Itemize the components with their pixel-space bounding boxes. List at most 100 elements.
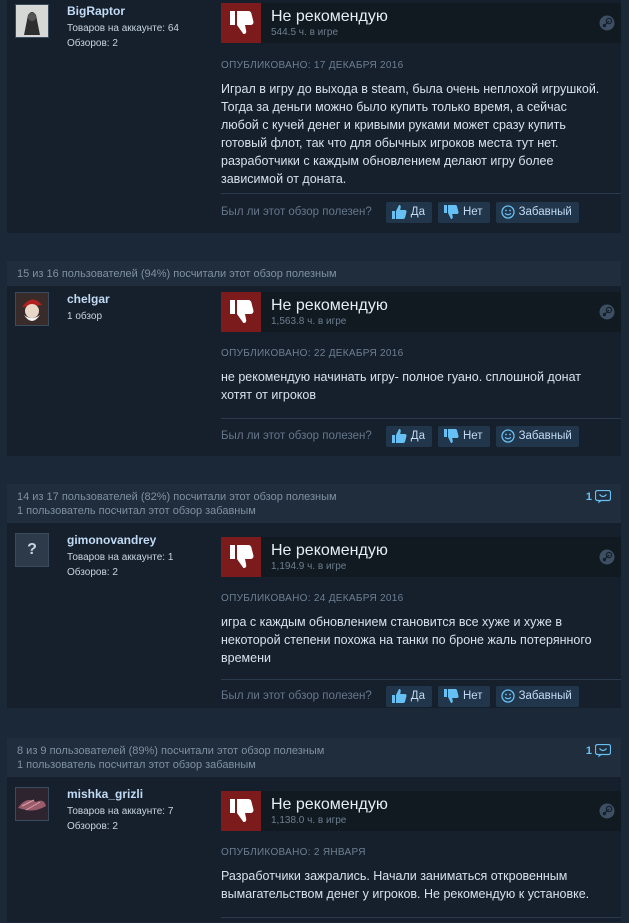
review-text: Разработчики зажрались. Начали заниматьс… (221, 869, 590, 901)
review-text: Играл в игру до выхода в steam, была оче… (221, 82, 600, 186)
laugh-icon (595, 490, 611, 504)
vote-no-button[interactable]: Нет (437, 201, 490, 223)
thumbs-down-icon (221, 3, 261, 43)
vote-no-button[interactable]: Нет (437, 425, 490, 447)
smiley-icon (500, 429, 515, 443)
review-header: 14 из 17 пользователей (82%) посчитали э… (7, 484, 621, 523)
avatar[interactable] (15, 4, 49, 38)
author-name[interactable]: mishka_grizli (67, 787, 143, 801)
question-mark-icon: ? (27, 541, 37, 558)
posted-date: ОПУБЛИКОВАНО: 24 ДЕКАБРЯ 2016 (221, 593, 404, 604)
author-name[interactable]: chelgar (67, 292, 110, 306)
review-text: не рекомендую начинать игру- полное гуан… (221, 370, 581, 402)
vote-funny-button[interactable]: Забавный (495, 425, 579, 447)
verdict-panel[interactable]: Не рекомендую 1,194.9 ч. в игре (221, 537, 621, 577)
funny-count[interactable]: 1 (586, 744, 611, 758)
verdict-title: Не рекомендую (271, 297, 388, 314)
review-card: BigRaptor Товаров на аккаунте: 64 Обзоро… (7, 0, 621, 233)
creature-avatar-icon (16, 788, 48, 820)
author-meta: Товаров на аккаунте: 1 Обзоров: 2 (67, 550, 173, 580)
thumbs-down-icon (443, 429, 459, 443)
thumbs-up-icon (391, 205, 407, 219)
thumbs-down-icon (221, 292, 261, 332)
helpful-summary: 15 из 16 пользователей (94%) посчитали э… (17, 268, 337, 280)
vote-funny-button[interactable]: Забавный (495, 685, 579, 707)
vote-yes-button[interactable]: Да (385, 425, 432, 447)
review-count[interactable]: Обзоров: 2 (67, 819, 173, 834)
vote-funny-label: Забавный (518, 430, 572, 442)
vote-no-label: Нет (462, 206, 483, 218)
verdict-panel[interactable]: Не рекомендую 1,138.0 ч. в игре (221, 791, 621, 831)
helpful-summary: 14 из 17 пользователей (82%) посчитали э… (17, 491, 337, 503)
divider (221, 193, 621, 194)
steam-icon (599, 304, 615, 320)
thumbs-down-icon (443, 205, 459, 219)
funny-count[interactable]: 1 (586, 490, 611, 504)
review-body: BigRaptor Товаров на аккаунте: 64 Обзоро… (7, 0, 621, 233)
posted-date: ОПУБЛИКОВАНО: 22 ДЕКАБРЯ 2016 (221, 348, 404, 359)
review-card: 14 из 17 пользователей (82%) посчитали э… (7, 484, 621, 708)
steam-icon (599, 15, 615, 31)
review-body: chelgar 1 обзор Не рекомендую 1,563.8 ч.… (7, 286, 621, 456)
vote-yes-button[interactable]: Да (385, 685, 432, 707)
vote-yes-button[interactable]: Да (385, 201, 432, 223)
vote-funny-label: Забавный (518, 206, 572, 218)
vote-yes-label: Да (410, 690, 425, 702)
divider (221, 917, 621, 918)
verdict-panel[interactable]: Не рекомендую 1,563.8 ч. в игре (221, 292, 621, 332)
vote-no-button[interactable]: Нет (437, 685, 490, 707)
verdict-panel[interactable]: Не рекомендую 544.5 ч. в игре (221, 3, 621, 43)
thumbs-up-icon (391, 689, 407, 703)
vote-funny-button[interactable]: Забавный (495, 201, 579, 223)
vote-no-label: Нет (462, 430, 483, 442)
funny-summary: 1 пользователь посчитал этот обзор забав… (17, 505, 256, 517)
playtime: 1,194.9 ч. в игре (271, 561, 347, 572)
playtime: 1,138.0 ч. в игре (271, 815, 347, 826)
thumbs-down-icon (221, 791, 261, 831)
thumbs-down-icon (221, 537, 261, 577)
review-count[interactable]: Обзоров: 2 (67, 565, 173, 580)
author-meta: Товаров на аккаунте: 64 Обзоров: 2 (67, 21, 179, 51)
vote-no-label: Нет (462, 690, 483, 702)
vote-funny-label: Забавный (518, 690, 572, 702)
author-name[interactable]: BigRaptor (67, 4, 125, 18)
verdict-title: Не рекомендую (271, 796, 388, 813)
avatar[interactable] (15, 292, 49, 326)
thumbs-up-icon (391, 429, 407, 443)
verdict-title: Не рекомендую (271, 542, 388, 559)
review-card: 15 из 16 пользователей (94%) посчитали э… (7, 261, 621, 456)
vote-yes-label: Да (410, 430, 425, 442)
raptor-avatar-icon (16, 5, 48, 37)
steam-icon (599, 803, 615, 819)
playtime: 544.5 ч. в игре (271, 27, 339, 38)
santa-avatar-icon (16, 293, 48, 325)
thumbs-down-icon (443, 689, 459, 703)
owned-count[interactable]: Товаров на аккаунте: 7 (67, 804, 173, 819)
review-card: 8 из 9 пользователей (89%) посчитали это… (7, 738, 621, 922)
review-body: mishka_grizli Товаров на аккаунте: 7 Обз… (7, 777, 621, 923)
playtime: 1,563.8 ч. в игре (271, 316, 347, 327)
avatar[interactable]: ? (15, 533, 49, 567)
divider (221, 418, 621, 419)
posted-date: ОПУБЛИКОВАНО: 2 ЯНВАРЯ (221, 847, 366, 858)
helpful-controls: Был ли этот обзор полезен? Да Нет Забавн… (221, 425, 621, 447)
verdict-title: Не рекомендую (271, 8, 388, 25)
smiley-icon (500, 689, 515, 703)
helpful-summary: 8 из 9 пользователей (89%) посчитали это… (17, 745, 325, 757)
review-count[interactable]: Обзоров: 2 (67, 36, 179, 51)
posted-date: ОПУБЛИКОВАНО: 17 ДЕКАБРЯ 2016 (221, 60, 404, 71)
helpful-controls: Был ли этот обзор полезен? Да Нет Забавн… (221, 201, 621, 223)
author-name[interactable]: gimonovandrey (67, 533, 156, 547)
helpful-question: Был ли этот обзор полезен? (221, 206, 372, 218)
owned-count[interactable]: Товаров на аккаунте: 64 (67, 21, 179, 36)
vote-yes-label: Да (410, 206, 425, 218)
helpful-question: Был ли этот обзор полезен? (221, 690, 372, 702)
laugh-icon (595, 744, 611, 758)
review-header: 15 из 16 пользователей (94%) посчитали э… (7, 261, 621, 286)
review-body: ? gimonovandrey Товаров на аккаунте: 1 О… (7, 523, 621, 709)
avatar[interactable] (15, 787, 49, 821)
review-count[interactable]: 1 обзор (67, 309, 102, 324)
owned-count[interactable]: Товаров на аккаунте: 1 (67, 550, 173, 565)
helpful-controls: Был ли этот обзор полезен? Да Нет Забавн… (221, 685, 621, 707)
steam-icon (599, 549, 615, 565)
